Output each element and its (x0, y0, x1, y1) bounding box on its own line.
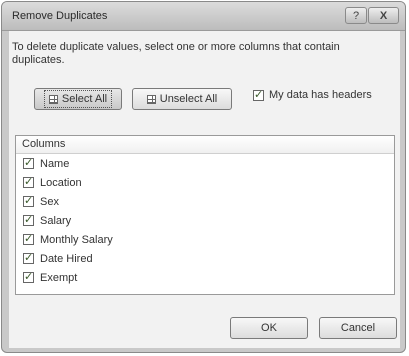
column-label: Salary (40, 214, 72, 227)
unselect-all-label: Unselect All (159, 93, 218, 105)
column-item-location[interactable]: Location (16, 173, 394, 192)
column-checkbox[interactable] (23, 270, 34, 283)
close-button[interactable]: X (368, 7, 399, 24)
select-all-label: Select All (61, 93, 108, 105)
column-label: Name (40, 157, 70, 170)
column-item-monthly-salary[interactable]: Monthly Salary (16, 230, 394, 249)
instruction-text: To delete duplicate values, select one o… (12, 41, 340, 66)
column-checkbox[interactable] (23, 213, 34, 226)
unselect-all-icon (146, 94, 156, 104)
cancel-button[interactable]: Cancel (319, 317, 397, 339)
column-item-sex[interactable]: Sex (16, 192, 394, 211)
column-checkbox[interactable] (23, 175, 34, 188)
remove-duplicates-dialog: Remove Duplicates ? X To delete duplicat… (1, 1, 406, 353)
columns-header: Columns (16, 136, 394, 154)
title-bar[interactable]: Remove Duplicates ? X (2, 2, 405, 31)
column-checkbox[interactable] (23, 156, 34, 169)
column-item-name[interactable]: Name (16, 154, 394, 173)
columns-list[interactable]: Columns Name Location Sex Salary Monthly… (15, 135, 395, 295)
dialog-title: Remove Duplicates (12, 10, 108, 22)
column-checkbox[interactable] (23, 251, 34, 264)
column-label: Exempt (40, 271, 78, 284)
unselect-all-button[interactable]: Unselect All (132, 88, 232, 110)
my-data-has-headers[interactable]: My data has headers (253, 88, 372, 101)
column-label: Monthly Salary (40, 233, 113, 246)
column-checkbox[interactable] (23, 194, 34, 207)
select-all-focus: Select All (43, 90, 113, 108)
my-data-has-headers-label: My data has headers (269, 89, 372, 101)
column-label: Date Hired (40, 252, 93, 265)
my-data-has-headers-checkbox[interactable] (253, 88, 264, 101)
select-all-icon (48, 94, 58, 104)
column-item-date-hired[interactable]: Date Hired (16, 249, 394, 268)
select-all-button[interactable]: Select All (34, 88, 122, 110)
column-item-exempt[interactable]: Exempt (16, 268, 394, 287)
column-label: Sex (40, 195, 59, 208)
column-checkbox[interactable] (23, 232, 34, 245)
column-label: Location (40, 176, 82, 189)
ok-button[interactable]: OK (230, 317, 308, 339)
help-button[interactable]: ? (345, 7, 367, 24)
column-item-salary[interactable]: Salary (16, 211, 394, 230)
dialog-body: To delete duplicate values, select one o… (9, 31, 400, 348)
